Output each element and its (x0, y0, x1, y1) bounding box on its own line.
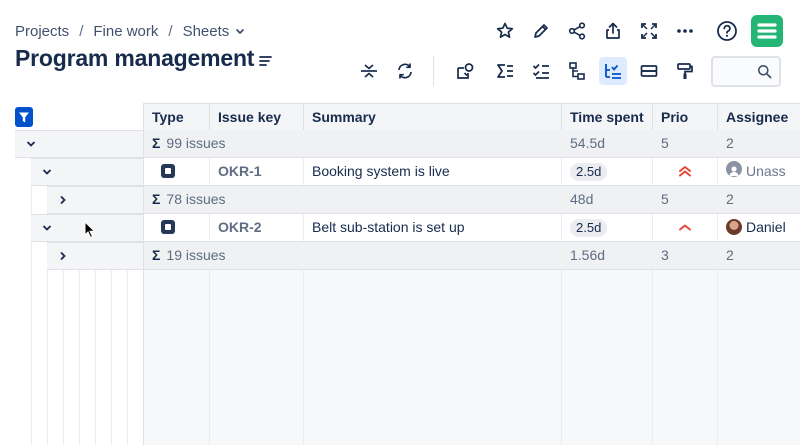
filter-icon[interactable] (15, 107, 33, 127)
group-assignee: 2 (726, 191, 734, 207)
column-header-issue-key[interactable]: Issue key (210, 104, 304, 131)
group-prio: 5 (661, 191, 669, 207)
more-icon[interactable] (671, 17, 699, 45)
breadcrumb-fine-work[interactable]: Fine work (93, 23, 158, 40)
assignee-name[interactable]: Unass (746, 163, 786, 179)
share-icon[interactable] (563, 17, 591, 45)
search-field[interactable] (711, 56, 781, 87)
search-icon[interactable] (757, 64, 772, 84)
chevron-right-icon[interactable] (57, 194, 69, 206)
breadcrumb-separator: / (79, 22, 84, 40)
mouse-cursor-icon (84, 220, 96, 244)
star-icon[interactable] (491, 17, 519, 45)
chevron-down-icon[interactable] (25, 138, 37, 150)
chevron-right-icon[interactable] (57, 250, 69, 262)
sigma-icon: Σ (152, 191, 161, 207)
issue-grid: Type Issue key Summary Time spent Prio A… (143, 103, 800, 445)
chevron-down-icon[interactable] (41, 222, 53, 234)
issue-summary[interactable]: Belt sub-station is set up (304, 214, 562, 241)
grouping-icon[interactable] (635, 57, 663, 85)
group-summary: 99 issues (166, 135, 226, 151)
structure-icon[interactable] (451, 57, 479, 85)
group-time-spent: 54.5d (570, 135, 606, 151)
column-header-time-spent[interactable]: Time spent (562, 104, 653, 131)
issue-key[interactable]: OKR-1 (210, 158, 304, 185)
task-type-icon (161, 220, 175, 234)
group-assignee: 2 (726, 135, 734, 151)
unassigned-avatar-icon (726, 161, 742, 177)
checklist-icon[interactable] (527, 57, 555, 85)
table-header: Type Issue key Summary Time spent Prio A… (144, 103, 800, 131)
group-prio: 3 (661, 247, 669, 263)
export-icon[interactable] (599, 17, 627, 45)
fullscreen-icon[interactable] (635, 17, 663, 45)
tree-toggle-row[interactable] (15, 130, 144, 158)
table-row[interactable]: OKR-2 Belt sub-station is set up 2.5d Da… (144, 214, 800, 242)
page-title: Program management (15, 45, 255, 71)
table-row-group[interactable]: Σ 19 issues 1.56d 3 2 (144, 242, 800, 270)
breadcrumb-sheets[interactable]: Sheets (183, 23, 230, 40)
group-time-spent: 1.56d (570, 247, 606, 263)
time-spent-badge: 2.5d (570, 219, 608, 237)
group-time-spent: 48d (570, 191, 594, 207)
sigma-icon: Σ (152, 135, 161, 151)
priority-highest-icon (653, 158, 718, 185)
edit-icon[interactable] (527, 17, 555, 45)
group-assignee: 2 (726, 247, 734, 263)
toolbar-divider (433, 56, 434, 86)
table-row-group[interactable]: Σ 78 issues 48d 5 2 (144, 186, 800, 214)
app-logo[interactable] (751, 15, 783, 47)
refresh-icon[interactable] (391, 57, 419, 85)
chevron-down-icon[interactable] (235, 23, 245, 40)
tree-toggle-row[interactable] (47, 186, 144, 214)
assignee-name[interactable]: Daniel (746, 219, 786, 235)
group-prio: 5 (661, 135, 669, 151)
collapse-rows-icon[interactable] (355, 57, 383, 85)
sum-icon[interactable] (491, 57, 519, 85)
user-avatar (726, 219, 742, 235)
hierarchy-icon[interactable] (563, 57, 591, 85)
column-header-assignee[interactable]: Assignee (718, 104, 800, 131)
column-header-summary[interactable]: Summary (304, 104, 562, 131)
breadcrumb-projects[interactable]: Projects (15, 23, 69, 40)
breadcrumb-separator: / (168, 22, 173, 40)
format-painter-icon[interactable] (671, 57, 699, 85)
table-row[interactable]: OKR-1 Booking system is live 2.5d Unass (144, 158, 800, 186)
time-spent-badge: 2.5d (570, 163, 608, 181)
column-header-type[interactable]: Type (144, 104, 210, 131)
chevron-down-icon[interactable] (41, 166, 53, 178)
breadcrumb: Projects / Fine work / Sheets (15, 22, 245, 40)
group-summary: 78 issues (166, 191, 226, 207)
tree-view-icon[interactable] (599, 57, 627, 85)
sigma-icon: Σ (152, 247, 161, 263)
priority-high-icon (653, 214, 718, 241)
group-summary: 19 issues (166, 247, 226, 263)
help-icon[interactable] (713, 17, 741, 45)
issue-summary[interactable]: Booking system is live (304, 158, 562, 185)
table-row-group[interactable]: Σ 99 issues 54.5d 5 2 (144, 130, 800, 158)
column-header-prio[interactable]: Prio (653, 104, 718, 131)
task-type-icon (161, 164, 175, 178)
title-menu-icon[interactable] (259, 54, 273, 72)
search-input[interactable] (713, 58, 757, 85)
tree-toggle-row[interactable] (47, 242, 144, 270)
tree-toggle-row[interactable] (31, 158, 144, 186)
issue-key[interactable]: OKR-2 (210, 214, 304, 241)
